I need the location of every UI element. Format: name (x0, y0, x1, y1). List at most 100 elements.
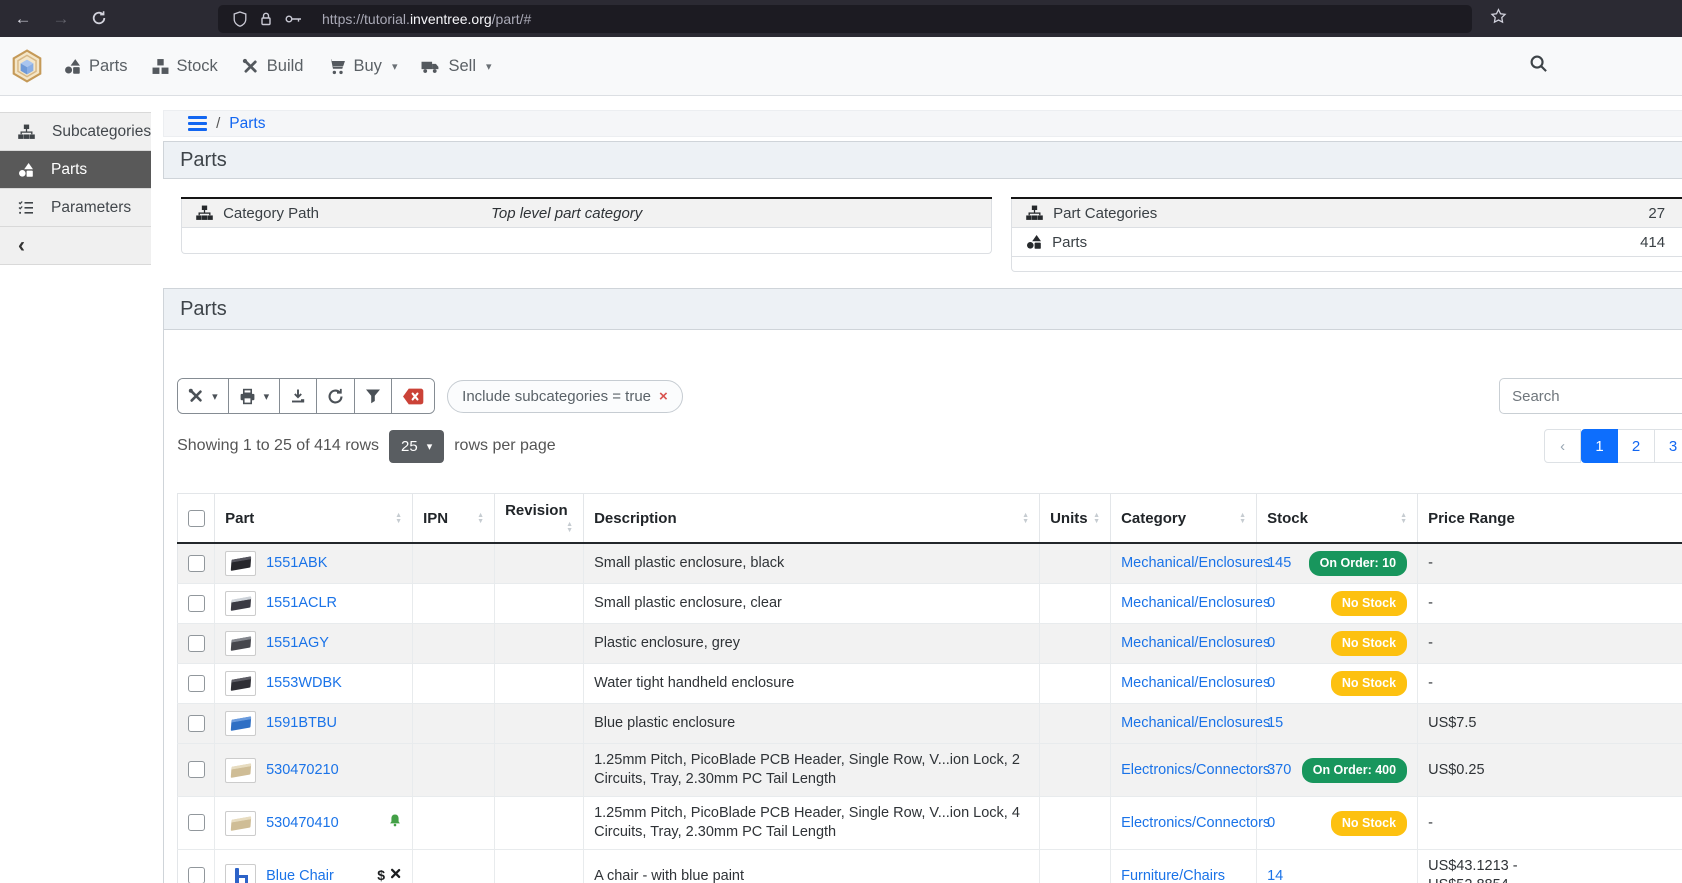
units-cell (1040, 704, 1111, 744)
clear-filters-button[interactable] (392, 379, 434, 413)
pagination: ‹ 123 (1544, 429, 1682, 463)
category-link[interactable]: Mechanical/Enclosures (1121, 555, 1270, 571)
row-checkbox[interactable] (188, 761, 205, 778)
inventree-logo[interactable] (10, 49, 44, 83)
category-link[interactable]: Mechanical/Enclosures (1121, 715, 1270, 731)
checklist-icon (18, 200, 34, 216)
parts-count: 414 (1640, 234, 1682, 251)
pagination-prev-button[interactable]: ‹ (1544, 429, 1581, 463)
category-link[interactable]: Electronics/Connectors (1121, 762, 1270, 778)
nav-item-buy[interactable]: Buy ▾ (328, 57, 398, 76)
nav-item-build[interactable]: Build (242, 57, 304, 76)
column-header-ipn[interactable]: IPN (413, 494, 495, 544)
forward-icon[interactable]: → (52, 10, 70, 28)
revision-cell (495, 744, 584, 797)
part-thumbnail (225, 864, 256, 883)
refresh-button[interactable] (317, 379, 355, 413)
pagination-page-button[interactable]: 1 (1581, 429, 1618, 463)
column-header-category[interactable]: Category (1111, 494, 1257, 544)
table-row: 530470410 1.25mm Pitch, PicoBlade PCB He… (178, 797, 1682, 850)
part-link[interactable]: 1551AGY (266, 634, 329, 653)
column-header-price-range[interactable]: Price Range (1418, 494, 1682, 544)
tools-icon (242, 58, 259, 75)
row-checkbox[interactable] (188, 555, 205, 572)
pagination-page-button[interactable]: 3 (1655, 429, 1682, 463)
showing-rows-text: Showing 1 to 25 of 414 rows (177, 437, 379, 455)
chevron-down-icon: ▾ (427, 440, 433, 453)
breadcrumb-separator: / (216, 115, 220, 132)
print-button[interactable]: ▾ (229, 379, 281, 413)
stock-badge: No Stock (1331, 591, 1407, 616)
stock-link[interactable]: 370 (1267, 761, 1291, 780)
part-thumbnail (225, 811, 256, 836)
part-link[interactable]: 530470210 (266, 761, 339, 780)
table-actions-button[interactable]: ▾ (178, 379, 229, 413)
download-button[interactable] (280, 379, 317, 413)
sitemap-icon (1026, 205, 1043, 221)
column-header-part[interactable]: Part (215, 494, 413, 544)
row-checkbox[interactable] (188, 814, 205, 831)
nav-item-stock[interactable]: Stock (152, 57, 218, 76)
description-cell: Water tight handheld enclosure (584, 664, 1040, 704)
column-header-units[interactable]: Units (1040, 494, 1111, 544)
column-header-revision[interactable]: Revision (495, 494, 584, 544)
column-header-stock[interactable]: Stock (1257, 494, 1418, 544)
row-checkbox[interactable] (188, 635, 205, 652)
sidebar-item-parameters[interactable]: Parameters (0, 189, 151, 227)
filter-chip[interactable]: Include subcategories = true × (447, 380, 683, 413)
remove-chip-icon[interactable]: × (659, 388, 668, 405)
nav-item-sell[interactable]: Sell ▾ (421, 57, 491, 76)
stock-link[interactable]: 145 (1267, 554, 1291, 573)
ipn-cell (413, 664, 495, 704)
breadcrumb: / Parts (163, 110, 1682, 137)
stock-link[interactable]: 0 (1267, 674, 1275, 693)
row-checkbox[interactable] (188, 595, 205, 612)
table-header-row: Part IPN Revision Description Units Cate… (178, 494, 1682, 544)
part-link[interactable]: 1551ACLR (266, 594, 337, 613)
stock-link[interactable]: 14 (1267, 867, 1283, 883)
category-link[interactable]: Mechanical/Enclosures (1121, 635, 1270, 651)
sidebar-item-subcategories[interactable]: Subcategories (0, 113, 151, 151)
sort-icon (1239, 513, 1246, 525)
select-all-checkbox[interactable] (188, 510, 205, 527)
category-link[interactable]: Mechanical/Enclosures (1121, 595, 1270, 611)
bookmark-star-icon[interactable] (1490, 8, 1507, 30)
category-link[interactable]: Mechanical/Enclosures (1121, 675, 1270, 691)
sidebar-item-label: Subcategories (52, 123, 151, 141)
filter-button[interactable] (355, 379, 392, 413)
part-link[interactable]: Blue Chair (266, 867, 334, 883)
part-link[interactable]: 530470410 (266, 814, 339, 833)
nav-item-parts[interactable]: Parts (64, 57, 128, 76)
page-size-dropdown[interactable]: 25 ▾ (389, 430, 444, 463)
printer-icon (239, 388, 256, 405)
category-link[interactable]: Electronics/Connectors (1121, 815, 1270, 831)
back-icon[interactable]: ← (14, 10, 32, 28)
part-link[interactable]: 1551ABK (266, 554, 327, 573)
row-checkbox[interactable] (188, 867, 205, 883)
table-row: 1551AGY Plastic enclosure, grey Mechanic… (178, 624, 1682, 664)
part-link[interactable]: 1553WDBK (266, 674, 342, 693)
search-input[interactable] (1499, 378, 1682, 414)
menu-icon[interactable] (188, 116, 207, 131)
column-header-description[interactable]: Description (584, 494, 1040, 544)
stock-link[interactable]: 0 (1267, 634, 1275, 653)
units-cell (1040, 624, 1111, 664)
pagination-page-button[interactable]: 2 (1618, 429, 1655, 463)
revision-cell (495, 584, 584, 624)
category-link[interactable]: Furniture/Chairs (1121, 868, 1225, 883)
sidebar-collapse-button[interactable]: ‹ (0, 227, 151, 265)
stock-link[interactable]: 0 (1267, 814, 1275, 833)
search-icon[interactable] (1529, 54, 1548, 78)
row-checkbox[interactable] (188, 715, 205, 732)
price-range-value: - (1428, 634, 1433, 653)
part-thumbnail-shape (230, 556, 250, 571)
stock-link[interactable]: 0 (1267, 594, 1275, 613)
url-bar[interactable]: https://tutorial.inventree.org/part/# (218, 5, 1472, 33)
sidebar-item-parts[interactable]: Parts (0, 151, 151, 189)
stock-link[interactable]: 15 (1267, 714, 1283, 733)
row-checkbox[interactable] (188, 675, 205, 692)
part-link[interactable]: 1591BTBU (266, 714, 337, 733)
breadcrumb-link-parts[interactable]: Parts (229, 115, 265, 133)
refresh-page-icon[interactable] (90, 10, 108, 28)
description-cell: 1.25mm Pitch, PicoBlade PCB Header, Sing… (584, 797, 1040, 850)
